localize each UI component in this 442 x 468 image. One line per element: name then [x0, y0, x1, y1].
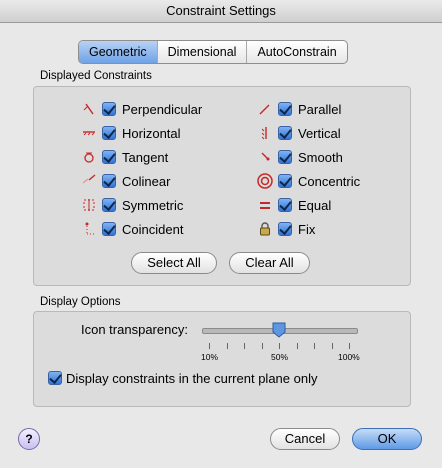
- slider-tick: [279, 343, 280, 349]
- concentric-label: Concentric: [298, 173, 361, 189]
- equal-icon: [252, 195, 278, 215]
- tick-label-min: 10%: [201, 352, 219, 362]
- tick-label-max: 100%: [338, 352, 360, 362]
- slider-tick: [209, 343, 210, 349]
- symmetric-label: Symmetric: [122, 197, 184, 213]
- symmetric-checkbox[interactable]: [102, 198, 116, 212]
- constraint-row-symmetric: Symmetric: [76, 195, 183, 215]
- symmetric-icon: [76, 195, 102, 215]
- slider-tick: [262, 343, 263, 349]
- current-plane-label: Display constraints in the current plane…: [66, 370, 318, 386]
- colinear-label: Colinear: [122, 173, 171, 189]
- constraint-row-fix: Fix: [252, 219, 315, 239]
- vertical-label: Vertical: [298, 125, 341, 141]
- constraint-row-equal: Equal: [252, 195, 331, 215]
- fix-label: Fix: [298, 221, 316, 237]
- tangent-label: Tangent: [122, 149, 169, 165]
- constraint-row-parallel: Parallel: [252, 99, 341, 119]
- constraint-row-smooth: Smooth: [252, 147, 343, 167]
- tangent-icon: [76, 147, 102, 167]
- slider-tick: [314, 343, 315, 349]
- tangent-checkbox[interactable]: [102, 150, 116, 164]
- parallel-checkbox[interactable]: [278, 102, 292, 116]
- vertical-checkbox[interactable]: [278, 126, 292, 140]
- concentric-icon: [252, 171, 278, 191]
- constraint-row-coincident: Coincident: [76, 219, 183, 239]
- tab-bar: Geometric Dimensional AutoConstrain: [78, 40, 348, 64]
- tab-dimensional[interactable]: Dimensional: [156, 41, 247, 63]
- parallel-icon: [252, 99, 278, 119]
- vertical-icon: [252, 123, 278, 143]
- constraint-row-horizontal: Horizontal: [76, 123, 181, 143]
- coincident-icon: [76, 219, 102, 239]
- clear-all-button[interactable]: Clear All: [229, 252, 310, 274]
- tab-autoconstrain[interactable]: AutoConstrain: [246, 41, 346, 63]
- colinear-checkbox[interactable]: [102, 174, 116, 188]
- smooth-checkbox[interactable]: [278, 150, 292, 164]
- icon-transparency-label: Icon transparency:: [81, 322, 188, 337]
- equal-label: Equal: [298, 197, 332, 213]
- lock-icon: [252, 219, 278, 239]
- tab-geometric[interactable]: Geometric: [79, 41, 157, 63]
- smooth-icon: [252, 147, 278, 167]
- help-button[interactable]: ?: [18, 428, 40, 450]
- smooth-label: Smooth: [298, 149, 343, 165]
- slider-tick: [244, 343, 245, 349]
- horizontal-label: Horizontal: [122, 125, 181, 141]
- colinear-icon: [76, 171, 102, 191]
- concentric-checkbox[interactable]: [278, 174, 292, 188]
- window-title: Constraint Settings: [0, 0, 442, 23]
- slider-tick: [332, 343, 333, 349]
- displayed-constraints-heading: Displayed Constraints: [40, 70, 152, 82]
- coincident-checkbox[interactable]: [102, 222, 116, 236]
- cancel-button[interactable]: Cancel: [270, 428, 340, 450]
- coincident-label: Coincident: [122, 221, 184, 237]
- perpendicular-checkbox[interactable]: [102, 102, 116, 116]
- constraint-row-colinear: Colinear: [76, 171, 170, 191]
- transparency-slider-thumb[interactable]: [272, 322, 286, 338]
- constraint-row-concentric: Concentric: [252, 171, 360, 191]
- current-plane-checkbox[interactable]: [48, 371, 62, 385]
- perpendicular-icon: [76, 99, 102, 119]
- fix-checkbox[interactable]: [278, 222, 292, 236]
- constraint-row-vertical: Vertical: [252, 123, 341, 143]
- perpendicular-label: Perpendicular: [122, 101, 203, 117]
- equal-checkbox[interactable]: [278, 198, 292, 212]
- tick-label-mid: 50%: [271, 352, 289, 362]
- display-options-heading: Display Options: [40, 296, 121, 308]
- horizontal-checkbox[interactable]: [102, 126, 116, 140]
- slider-tick: [349, 343, 350, 349]
- constraint-row-perpendicular: Perpendicular: [76, 99, 202, 119]
- current-plane-row: Display constraints in the current plane…: [48, 368, 317, 388]
- constraint-row-tangent: Tangent: [76, 147, 168, 167]
- slider-tick: [227, 343, 228, 349]
- horizontal-icon: [76, 123, 102, 143]
- select-all-button[interactable]: Select All: [131, 252, 217, 274]
- ok-button[interactable]: OK: [352, 428, 422, 450]
- slider-tick: [297, 343, 298, 349]
- parallel-label: Parallel: [298, 101, 342, 117]
